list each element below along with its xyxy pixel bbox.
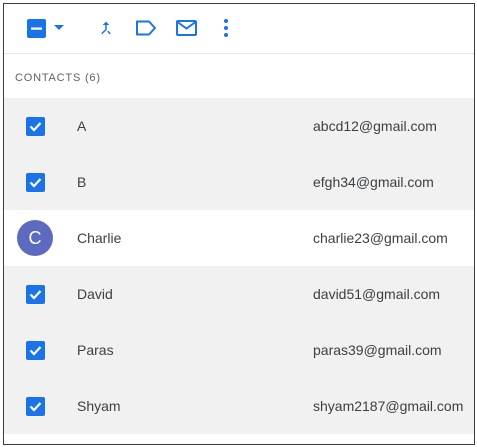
row-avatar[interactable]: C — [17, 220, 53, 256]
contact-list: A abcd12@gmail.com B efgh34@gmail.com C … — [4, 98, 474, 434]
checkbox-checked-icon — [25, 116, 45, 136]
contact-name: A — [77, 118, 87, 134]
toolbar — [4, 4, 474, 54]
contact-email: paras39@gmail.com — [313, 342, 442, 358]
row-checkbox[interactable] — [17, 332, 53, 368]
checkbox-checked-icon — [25, 284, 45, 304]
contact-row-shyam[interactable]: Shyam shyam2187@gmail.com — [4, 378, 474, 434]
contact-email: shyam2187@gmail.com — [313, 398, 464, 414]
merge-button[interactable] — [94, 16, 118, 40]
contacts-panel: CONTACTS (6) A abcd12@gmail.com B efgh34… — [3, 3, 475, 445]
contact-row-david[interactable]: David david51@gmail.com — [4, 266, 474, 322]
contact-email: charlie23@gmail.com — [313, 230, 448, 246]
row-checkbox[interactable] — [17, 108, 53, 144]
contact-name: Paras — [77, 342, 114, 358]
dropdown-arrow-icon — [54, 25, 64, 30]
contact-row-a[interactable]: A abcd12@gmail.com — [4, 98, 474, 154]
contact-email: abcd12@gmail.com — [313, 118, 437, 134]
email-icon — [175, 20, 197, 36]
label-icon — [136, 20, 156, 36]
checkbox-checked-icon — [25, 340, 45, 360]
select-all-checkbox-icon — [26, 18, 46, 38]
checkbox-checked-icon — [25, 396, 45, 416]
section-header: CONTACTS (6) — [15, 72, 101, 84]
contact-name: B — [77, 174, 87, 190]
contact-name: Charlie — [77, 230, 122, 246]
contact-row-paras[interactable]: Paras paras39@gmail.com — [4, 322, 474, 378]
contact-name: Shyam — [77, 398, 121, 414]
select-all-checkbox[interactable] — [26, 18, 46, 38]
label-button[interactable] — [133, 16, 159, 40]
more-options-button[interactable] — [217, 16, 235, 40]
contact-row-b[interactable]: B efgh34@gmail.com — [4, 154, 474, 210]
select-dropdown-button[interactable] — [51, 20, 67, 36]
more-vert-icon — [224, 19, 228, 37]
row-checkbox[interactable] — [17, 276, 53, 312]
merge-icon — [101, 21, 111, 35]
contact-email: david51@gmail.com — [313, 286, 441, 302]
checkbox-checked-icon — [25, 172, 45, 192]
contact-name: David — [77, 286, 113, 302]
email-button[interactable] — [174, 16, 198, 40]
row-checkbox[interactable] — [17, 388, 53, 424]
row-checkbox[interactable] — [17, 164, 53, 200]
avatar: C — [17, 220, 53, 256]
contact-row-charlie[interactable]: C Charlie charlie23@gmail.com — [4, 210, 474, 266]
contact-email: efgh34@gmail.com — [313, 174, 434, 190]
